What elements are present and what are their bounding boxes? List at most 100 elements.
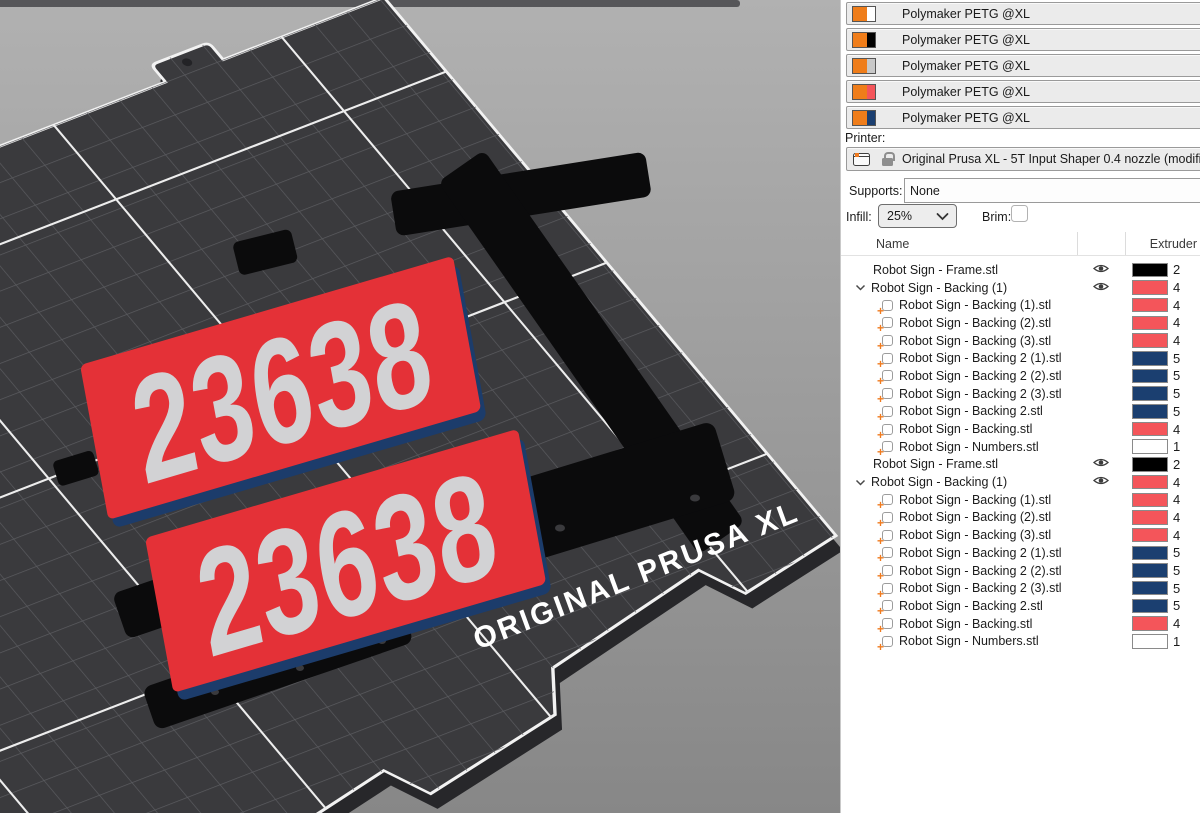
extruder-color-swatch[interactable] [1132, 439, 1168, 454]
extruder-color-swatch[interactable] [1132, 616, 1168, 631]
extruder-color-swatch[interactable] [1132, 369, 1168, 384]
eye-icon[interactable] [1093, 263, 1109, 277]
extruder-color-swatch[interactable] [1132, 351, 1168, 366]
table-row[interactable]: Robot Sign - Backing 2 (1).stl 5 [841, 349, 1200, 367]
object-name: Robot Sign - Backing (1).stl [899, 298, 1077, 312]
add-part-icon [882, 494, 893, 505]
filament-selector[interactable]: Polymaker PETG @XL [846, 54, 1200, 77]
extruder-number: 1 [1173, 634, 1180, 649]
eye-icon[interactable] [1093, 457, 1109, 471]
add-part-icon [882, 547, 893, 558]
extruder-color-swatch[interactable] [1132, 528, 1168, 543]
chevron-down-icon[interactable] [855, 282, 867, 293]
filament-color-swatch [852, 110, 876, 126]
table-row[interactable]: Robot Sign - Frame.stl 2 [841, 456, 1200, 474]
filament-label: Polymaker PETG @XL [902, 59, 1030, 73]
filament-selector[interactable]: Polymaker PETG @XL [846, 2, 1200, 25]
extruder-color-swatch[interactable] [1132, 475, 1168, 490]
filament-selector[interactable]: Polymaker PETG @XL [846, 28, 1200, 51]
object-name: Robot Sign - Backing (2).stl [899, 316, 1077, 330]
object-name: Robot Sign - Frame.stl [873, 263, 1077, 277]
object-name: Robot Sign - Backing.stl [899, 617, 1077, 631]
extruder-color-swatch[interactable] [1132, 599, 1168, 614]
extruder-color-swatch[interactable] [1132, 298, 1168, 313]
chevron-down-icon[interactable] [855, 477, 867, 488]
extruder-color-swatch[interactable] [1132, 510, 1168, 525]
viewport-3d[interactable]: 23638 23638 ORIGINAL PRUSA XL [0, 0, 840, 813]
table-row[interactable]: Robot Sign - Backing 2.stl 5 [841, 403, 1200, 421]
extruder-color-swatch[interactable] [1132, 457, 1168, 472]
table-row[interactable]: Robot Sign - Backing (1) 4 [841, 473, 1200, 491]
extruder-color-swatch[interactable] [1132, 581, 1168, 596]
eye-icon[interactable] [1093, 475, 1109, 489]
add-part-icon [882, 317, 893, 328]
table-row[interactable]: Robot Sign - Backing 2 (1).stl 5 [841, 544, 1200, 562]
supports-label: Supports: [849, 184, 903, 198]
filament-label: Polymaker PETG @XL [902, 111, 1030, 125]
table-row[interactable]: Robot Sign - Backing (1).stl 4 [841, 296, 1200, 314]
table-row[interactable]: Robot Sign - Numbers.stl 1 [841, 632, 1200, 650]
brim-checkbox[interactable] [1011, 205, 1028, 222]
extruder-color-swatch[interactable] [1132, 333, 1168, 348]
object-name: Robot Sign - Backing 2 (1).stl [899, 546, 1077, 560]
table-row[interactable]: Robot Sign - Backing 2.stl 5 [841, 597, 1200, 615]
visibility-column-header [1077, 232, 1125, 255]
printer-selector[interactable]: Original Prusa XL - 5T Input Shaper 0.4 … [846, 147, 1200, 171]
extruder-number: 4 [1173, 298, 1180, 313]
object-name: Robot Sign - Backing (1) [871, 475, 1077, 489]
supports-selector[interactable]: None [904, 178, 1200, 203]
extruder-color-swatch[interactable] [1132, 263, 1168, 278]
table-row[interactable]: Robot Sign - Backing 2 (3).stl 5 [841, 385, 1200, 403]
table-row[interactable]: Robot Sign - Backing (2).stl 4 [841, 509, 1200, 527]
table-row[interactable]: Robot Sign - Frame.stl 2 [841, 261, 1200, 279]
table-row[interactable]: Robot Sign - Backing (3).stl 4 [841, 526, 1200, 544]
object-name: Robot Sign - Backing (1) [871, 281, 1077, 295]
filament-color-swatch [852, 84, 876, 100]
table-row[interactable]: Robot Sign - Backing (2).stl 4 [841, 314, 1200, 332]
filament-selector[interactable]: Polymaker PETG @XL [846, 80, 1200, 103]
table-row[interactable]: Robot Sign - Backing 2 (3).stl 5 [841, 579, 1200, 597]
table-row[interactable]: Robot Sign - Backing (1).stl 4 [841, 491, 1200, 509]
extruder-number: 5 [1173, 386, 1180, 401]
filament-selector[interactable]: Polymaker PETG @XL [846, 106, 1200, 129]
table-row[interactable]: Robot Sign - Backing.stl 4 [841, 615, 1200, 633]
extruder-color-swatch[interactable] [1132, 404, 1168, 419]
object-name: Robot Sign - Backing 2 (2).stl [899, 564, 1077, 578]
table-row[interactable]: Robot Sign - Backing (3).stl 4 [841, 332, 1200, 350]
extruder-color-swatch[interactable] [1132, 546, 1168, 561]
extruder-number: 4 [1173, 492, 1180, 507]
table-row[interactable]: Robot Sign - Backing 2 (2).stl 5 [841, 562, 1200, 580]
table-row[interactable]: Robot Sign - Backing.stl 4 [841, 420, 1200, 438]
extruder-color-swatch[interactable] [1132, 634, 1168, 649]
eye-icon[interactable] [1093, 281, 1109, 295]
extruder-color-swatch[interactable] [1132, 316, 1168, 331]
printer-icon [853, 153, 870, 166]
add-part-icon [882, 370, 893, 381]
object-name: Robot Sign - Backing 2 (3).stl [899, 581, 1077, 595]
extruder-color-swatch[interactable] [1132, 422, 1168, 437]
extruder-color-swatch[interactable] [1132, 386, 1168, 401]
object-name: Robot Sign - Backing (1).stl [899, 493, 1077, 507]
object-name: Robot Sign - Backing (3).stl [899, 334, 1077, 348]
filament-color-swatch [852, 32, 876, 48]
extruder-color-swatch[interactable] [1132, 563, 1168, 578]
infill-value: 25% [887, 209, 912, 223]
object-name: Robot Sign - Backing.stl [899, 422, 1077, 436]
table-row[interactable]: Robot Sign - Backing (1) 4 [841, 279, 1200, 297]
add-part-icon [882, 441, 893, 452]
object-name: Robot Sign - Numbers.stl [899, 634, 1077, 648]
extruder-color-swatch[interactable] [1132, 493, 1168, 508]
extruder-number: 4 [1173, 475, 1180, 490]
extruder-color-swatch[interactable] [1132, 280, 1168, 295]
extruder-number: 1 [1173, 439, 1180, 454]
table-row[interactable]: Robot Sign - Numbers.stl 1 [841, 438, 1200, 456]
filament-color-swatch [852, 58, 876, 74]
extruder-number: 4 [1173, 510, 1180, 525]
infill-selector[interactable]: 25% [878, 204, 957, 228]
add-part-icon [882, 353, 893, 364]
extruder-number: 2 [1173, 262, 1180, 277]
filament-label: Polymaker PETG @XL [902, 85, 1030, 99]
add-part-icon [882, 335, 893, 346]
table-row[interactable]: Robot Sign - Backing 2 (2).stl 5 [841, 367, 1200, 385]
printer-value: Original Prusa XL - 5T Input Shaper 0.4 … [902, 152, 1200, 166]
